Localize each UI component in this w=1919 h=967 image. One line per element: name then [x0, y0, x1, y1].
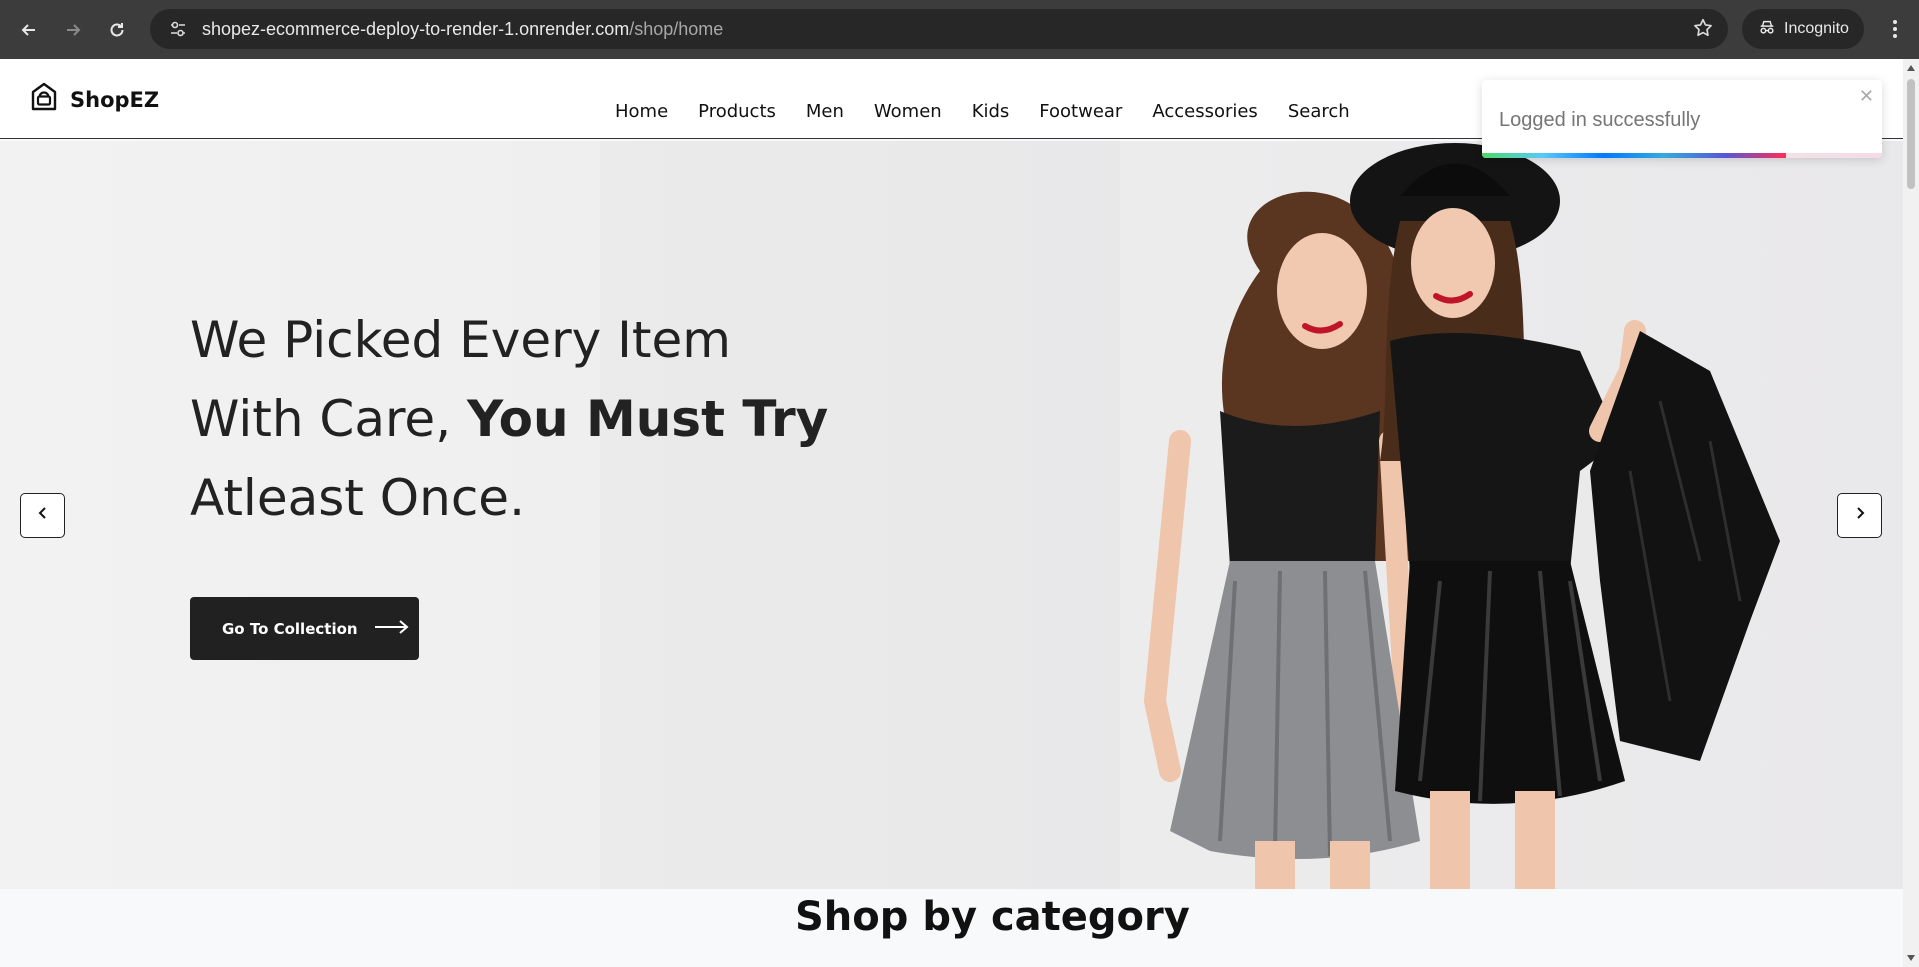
scroll-up-icon[interactable]: [1907, 65, 1915, 71]
bookmark-star-icon[interactable]: [1692, 17, 1714, 44]
site-logo[interactable]: ShopEZ: [30, 82, 159, 117]
reload-icon[interactable]: [95, 8, 139, 52]
menu-item-men[interactable]: Men: [806, 101, 844, 122]
browser-nav: [7, 8, 139, 52]
brand-name: ShopEZ: [70, 87, 160, 112]
hero-banner: We Picked Every Item With Care, You Must…: [0, 141, 1903, 889]
arrow-right-long-icon: [374, 619, 410, 639]
menu-item-kids[interactable]: Kids: [972, 101, 1010, 122]
chevron-left-icon: [37, 506, 49, 525]
close-icon[interactable]: ✕: [1859, 86, 1874, 107]
incognito-icon: [1758, 18, 1776, 41]
hero-line-2-bold: You Must Try: [466, 390, 829, 448]
address-bar[interactable]: shopez-ecommerce-deploy-to-render-1.onre…: [150, 9, 1728, 49]
browser-toolbar: shopez-ecommerce-deploy-to-render-1.onre…: [0, 0, 1919, 59]
menu-item-home[interactable]: Home: [615, 101, 668, 122]
incognito-badge[interactable]: Incognito: [1742, 9, 1864, 49]
carousel-prev-button[interactable]: [20, 493, 65, 538]
menu-item-products[interactable]: Products: [698, 101, 776, 122]
hero-line-1: We Picked Every Item: [190, 311, 731, 369]
hero-models-image: [1143, 143, 1780, 889]
shopping-bag-icon: [30, 82, 58, 117]
cta-label: Go To Collection: [222, 619, 358, 638]
toast-message: Logged in successfully: [1499, 109, 1701, 131]
back-icon[interactable]: [7, 8, 51, 52]
url-text: shopez-ecommerce-deploy-to-render-1.onre…: [202, 19, 723, 40]
forward-icon[interactable]: [51, 8, 95, 52]
menu-item-accessories[interactable]: Accessories: [1152, 101, 1258, 122]
hero-line-3: Atleast Once.: [190, 469, 525, 527]
incognito-label: Incognito: [1784, 20, 1849, 37]
scrollbar-thumb[interactable]: [1907, 79, 1915, 189]
carousel-next-button[interactable]: [1837, 493, 1882, 538]
url-path: /shop/home: [629, 18, 724, 39]
toast-progress-bar: [1482, 153, 1786, 158]
url-host: shopez-ecommerce-deploy-to-render-1.onre…: [202, 18, 630, 39]
section-heading: Shop by category: [795, 894, 1190, 940]
scroll-down-icon[interactable]: [1907, 955, 1915, 961]
go-to-collection-button[interactable]: Go To Collection: [190, 597, 419, 660]
browser-menu-icon[interactable]: [1880, 12, 1910, 46]
hero-headline: We Picked Every Item With Care, You Must…: [190, 301, 828, 538]
menu-item-footwear[interactable]: Footwear: [1039, 101, 1122, 122]
main-menu: Home Products Men Women Kids Footwear Ac…: [615, 101, 1350, 122]
page-scrollbar[interactable]: [1903, 59, 1919, 967]
hero-line-2: With Care,: [190, 390, 467, 448]
site-settings-icon[interactable]: [158, 19, 198, 39]
page: ShopEZ Home Products Men Women Kids Foot…: [0, 59, 1903, 967]
chevron-right-icon: [1854, 506, 1866, 525]
menu-item-search[interactable]: Search: [1288, 101, 1350, 122]
menu-item-women[interactable]: Women: [874, 101, 942, 122]
login-toast: Logged in successfully ✕: [1482, 80, 1882, 158]
